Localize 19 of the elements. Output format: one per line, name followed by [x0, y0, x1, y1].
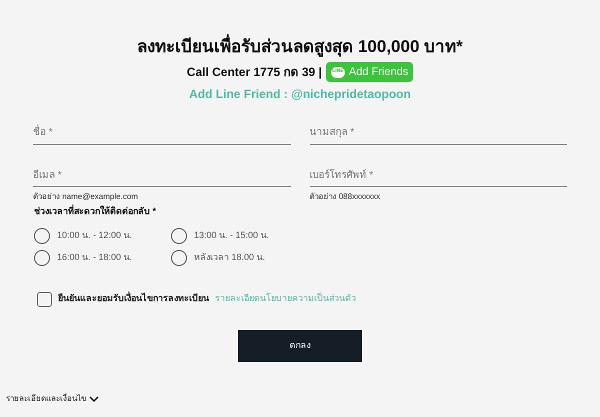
time-radio[interactable]: 16:00 น. - 18:00 น. [34, 248, 171, 268]
terms-toggle[interactable]: รายละเอียดและเงื่อนไข [6, 393, 99, 405]
field-hint: ตัวอย่าง 088xxxxxxx [310, 191, 382, 203]
line-friend-text: Add Line Friend : @nichepridetaopoon [189, 86, 411, 103]
input-field[interactable]: นามสกุล * [310, 121, 567, 145]
consent-text: ยืนยันและยอมรับเงื่อนไขการลงทะเบียน [58, 292, 209, 306]
field-hint: ตัวอย่าง name@example.com [33, 191, 139, 203]
time-radio[interactable]: 10:00 น. - 12:00 น. [34, 226, 171, 246]
submit-button[interactable]: ตกลง [238, 330, 362, 362]
call-center-text: Call Center 1775 กด 39 | [186, 64, 322, 81]
input-field[interactable]: ชื่อ * [33, 121, 290, 145]
time-radio[interactable]: หลังเวลา 18.00 น. [171, 248, 331, 268]
input-field[interactable]: อีเมล * [33, 165, 290, 187]
consent-checkbox[interactable] [37, 292, 52, 306]
input-field[interactable]: เบอร์โทรศัพท์ * [310, 165, 567, 187]
form-title: ลงทะเบียนเพื่อรับส่วนลดสูงสุด 100,000 บาท* [137, 36, 463, 58]
chevron-icon [89, 396, 99, 402]
time-heading: ช่วงเวลาที่สะดวกให้ติดต่อกลับ * [34, 205, 158, 218]
time-radio[interactable]: 13:00 น. - 15:00 น. [171, 226, 331, 246]
